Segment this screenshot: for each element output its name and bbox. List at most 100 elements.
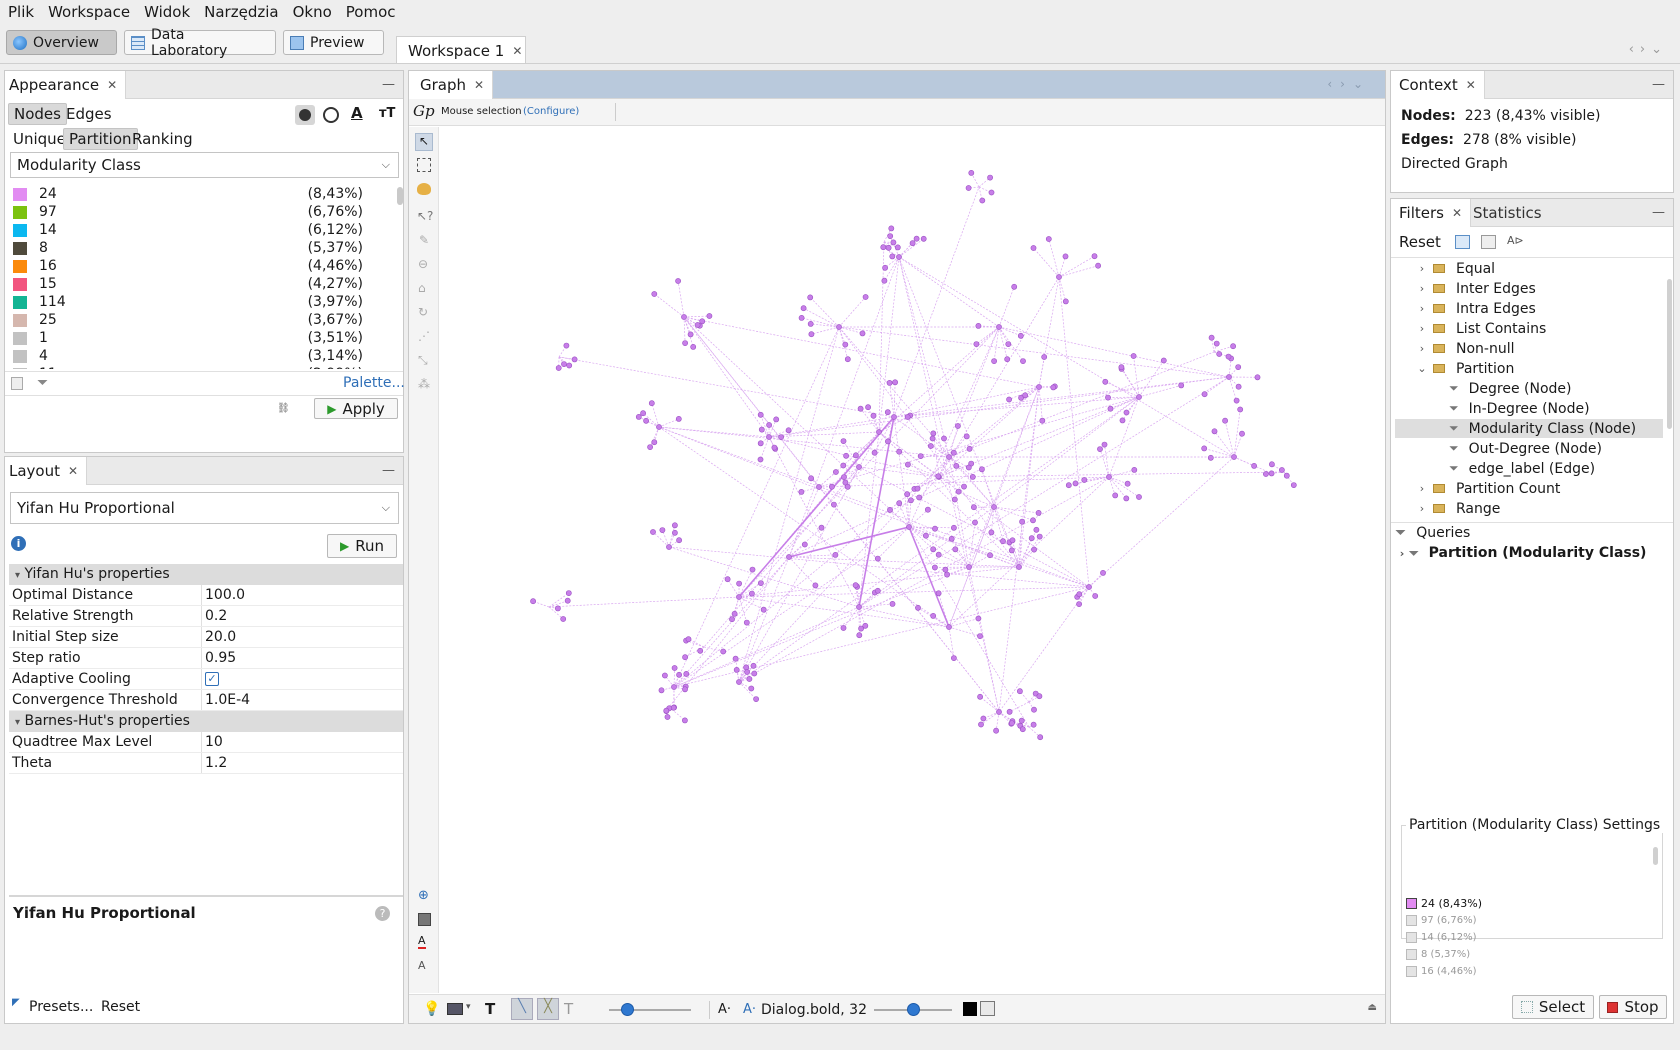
filter-category[interactable]: › Partition Count: [1395, 479, 1663, 498]
graph-node[interactable]: [1222, 417, 1228, 424]
graph-node[interactable]: [951, 524, 957, 531]
graph-node[interactable]: [941, 435, 947, 442]
graph-node[interactable]: [840, 462, 847, 469]
graph-node[interactable]: [736, 580, 742, 587]
legend-item[interactable]: 97 (6,76%): [13, 203, 363, 221]
tab-filters[interactable]: Filters ✕: [1391, 199, 1472, 227]
graph-node[interactable]: [1035, 509, 1042, 516]
graph-node[interactable]: [1017, 688, 1023, 695]
screenshot-icon[interactable]: [447, 1003, 463, 1015]
graph-node[interactable]: [1123, 409, 1130, 416]
graph-node[interactable]: [988, 529, 995, 536]
chevron-right-icon[interactable]: ›: [1411, 482, 1433, 495]
graph-node[interactable]: [1269, 461, 1275, 468]
graph-node[interactable]: [1041, 354, 1048, 360]
layout-reset-button[interactable]: Reset: [101, 999, 140, 1015]
graph-node[interactable]: [676, 671, 682, 678]
graph-node[interactable]: [1031, 546, 1037, 553]
graph-node[interactable]: [977, 693, 983, 700]
size-tool-icon[interactable]: ⊖: [418, 257, 428, 271]
chevron-right-icon[interactable]: ›: [1411, 282, 1433, 295]
graph-node[interactable]: [1123, 495, 1130, 502]
graph-node[interactable]: [927, 443, 934, 449]
graph-node[interactable]: [1036, 533, 1043, 540]
graph-node[interactable]: [975, 322, 982, 329]
edge-visibility-icon[interactable]: ╲: [511, 998, 533, 1020]
graph-node[interactable]: [862, 622, 869, 629]
graph-node[interactable]: [749, 566, 756, 573]
graph-node[interactable]: [1065, 482, 1072, 489]
graph-node[interactable]: [1225, 353, 1232, 360]
graph-node[interactable]: [664, 714, 671, 720]
graph-node[interactable]: [758, 426, 765, 433]
menu-plik[interactable]: Plik: [8, 3, 34, 21]
painter-icon[interactable]: ⌂: [418, 281, 426, 295]
graph-node[interactable]: [963, 433, 970, 440]
graph-node[interactable]: [733, 667, 740, 673]
adaptive-cooling-checkbox[interactable]: ✓: [205, 672, 219, 686]
graph-node[interactable]: [757, 580, 764, 586]
graph-node[interactable]: [807, 320, 814, 327]
close-icon[interactable]: ✕: [1452, 206, 1462, 220]
barnes-hut-properties-section[interactable]: ▾ Barnes-Hut's properties: [9, 711, 403, 732]
tab-layout[interactable]: Layout ✕: [5, 457, 88, 485]
graph-node[interactable]: [856, 604, 862, 610]
drag-hand-icon[interactable]: [417, 183, 431, 195]
label-color-tool-icon[interactable]: A: [418, 935, 426, 949]
graph-node[interactable]: [886, 379, 893, 386]
edge-scale-slider-thumb[interactable]: [621, 1003, 634, 1016]
graph-node[interactable]: [885, 244, 892, 251]
graph-node[interactable]: [729, 616, 735, 623]
help-icon[interactable]: ?: [375, 906, 390, 921]
graph-node[interactable]: [874, 587, 881, 594]
graph-node[interactable]: [724, 576, 731, 583]
select-button[interactable]: Select: [1512, 995, 1594, 1019]
label-color-swatch[interactable]: [963, 1002, 977, 1016]
graph-node[interactable]: [675, 278, 681, 284]
graph-node[interactable]: [1290, 482, 1297, 488]
graph-node[interactable]: [1076, 591, 1083, 598]
collapse-toolbar-icon[interactable]: ⏏: [1368, 1002, 1377, 1013]
graph-node[interactable]: [935, 551, 942, 558]
graph-node[interactable]: [972, 519, 978, 526]
graph-node[interactable]: [852, 582, 859, 589]
graph-node[interactable]: [1036, 693, 1043, 700]
chevron-right-icon[interactable]: ›: [1411, 502, 1433, 515]
graph-node[interactable]: [656, 424, 662, 430]
graph-node[interactable]: [1119, 417, 1126, 424]
graph-node[interactable]: [914, 485, 921, 492]
layout-algorithm-select[interactable]: Yifan Hu Proportional ⌵: [10, 492, 399, 524]
filter-item[interactable]: ⏷ edge_label (Edge): [1395, 459, 1663, 478]
graph-node[interactable]: [942, 566, 949, 573]
legend-item[interactable]: 14 (6,12%): [13, 221, 363, 239]
graph-node[interactable]: [812, 582, 819, 589]
graph-node[interactable]: [785, 427, 792, 434]
graph-node[interactable]: [766, 422, 772, 428]
graph-node[interactable]: [1107, 405, 1114, 412]
color-checkbox[interactable]: [1406, 965, 1417, 977]
chevron-right-icon[interactable]: ›: [1411, 262, 1433, 275]
graph-node[interactable]: [996, 709, 1002, 715]
graph-node[interactable]: [1086, 584, 1092, 590]
graph-node[interactable]: [760, 606, 767, 613]
minimize-icon[interactable]: —: [1652, 77, 1665, 92]
graph-node[interactable]: [818, 524, 825, 531]
graph-node[interactable]: [977, 633, 983, 639]
graph-node[interactable]: [1130, 353, 1137, 359]
graph-node[interactable]: [930, 546, 937, 553]
graph-node[interactable]: [892, 379, 898, 386]
graph-node[interactable]: [1006, 396, 1012, 403]
graph-node[interactable]: [870, 412, 877, 419]
graph-node[interactable]: [1263, 471, 1269, 477]
graph-node[interactable]: [647, 444, 653, 450]
graph-node[interactable]: [1017, 332, 1024, 339]
graph-node[interactable]: [1235, 364, 1242, 370]
graph-node[interactable]: [1050, 384, 1057, 391]
show-labels-icon[interactable]: T: [485, 1000, 495, 1018]
graph-node[interactable]: [1235, 383, 1242, 390]
color-checkbox[interactable]: [1406, 897, 1417, 909]
graph-node[interactable]: [842, 341, 849, 348]
legend-item[interactable]: 24 (8,43%): [13, 185, 363, 203]
font-size-down-icon[interactable]: A·: [718, 1002, 731, 1017]
graph-node[interactable]: [1231, 454, 1237, 460]
